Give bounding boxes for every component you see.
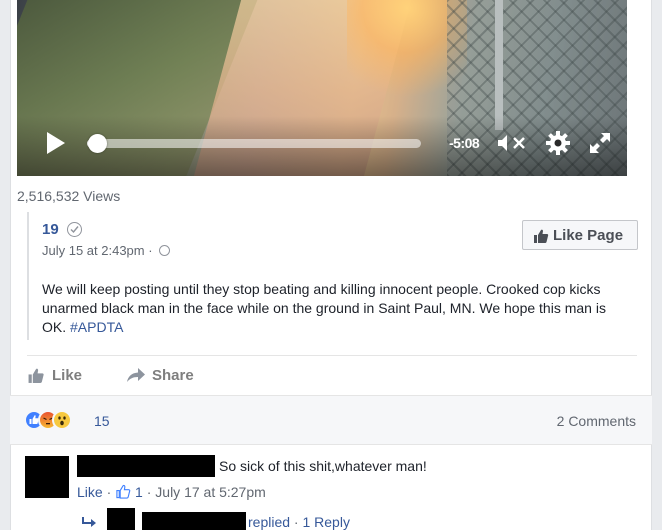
- share-button[interactable]: Share: [126, 367, 194, 384]
- volume-muted-icon[interactable]: [496, 131, 532, 155]
- progress-handle[interactable]: [88, 134, 108, 153]
- play-icon[interactable]: [47, 132, 65, 154]
- comment-like-count[interactable]: 1: [135, 484, 143, 500]
- meta-separator: ·: [146, 484, 152, 500]
- globe-icon: [159, 245, 171, 256]
- shared-post: 19 July 15 at 2:43pm · Like Page We will…: [27, 212, 638, 340]
- comment-meta: Like · 1 · July 17 at 5:27pm: [77, 484, 266, 500]
- post-timestamp[interactable]: July 15 at 2:43pm: [42, 243, 145, 258]
- post-text: We will keep posting until they stop bea…: [42, 280, 632, 337]
- reaction-count[interactable]: 15: [94, 413, 110, 429]
- thumbs-up-icon: [116, 484, 131, 499]
- settings-gear-icon[interactable]: [544, 129, 572, 157]
- avatar[interactable]: [107, 508, 135, 530]
- video-scene-post: [495, 0, 503, 130]
- reply-count-link[interactable]: 1 Reply: [302, 514, 349, 530]
- divider: [27, 355, 637, 356]
- post-body: We will keep posting until they stop bea…: [42, 281, 606, 335]
- meta-separator: ·: [293, 514, 299, 530]
- reply-summary[interactable]: replied · 1 Reply: [248, 514, 350, 530]
- page-name-link[interactable]: 19: [42, 221, 59, 238]
- thumbs-up-icon: [28, 368, 44, 383]
- video-controls: -5:08: [17, 122, 627, 166]
- wow-reaction-icon[interactable]: [52, 410, 72, 430]
- like-button[interactable]: Like: [27, 367, 82, 384]
- like-page-button[interactable]: Like Page: [522, 220, 638, 250]
- like-page-label: Like Page: [553, 227, 624, 244]
- reactions-bar: 15 2 Comments: [10, 395, 652, 445]
- post-meta: July 15 at 2:43pm ·: [42, 243, 171, 258]
- redacted-replier-name: [142, 512, 246, 530]
- comments-count-link[interactable]: 2 Comments: [557, 413, 636, 429]
- meta-separator: ·: [148, 243, 153, 258]
- redacted-commenter-name: [77, 455, 215, 477]
- comment-like-link[interactable]: Like: [77, 484, 103, 500]
- time-remaining: -5:08: [449, 135, 480, 151]
- comment-timestamp[interactable]: July 17 at 5:27pm: [155, 484, 266, 500]
- like-label: Like: [52, 367, 83, 384]
- thumbs-up-icon: [534, 229, 549, 243]
- hashtag-link[interactable]: #APDTA: [70, 319, 123, 335]
- avatar[interactable]: [25, 456, 69, 498]
- comment-text: So sick of this shit,whatever man!: [219, 458, 427, 474]
- meta-separator: ·: [106, 484, 112, 500]
- progress-bar[interactable]: [87, 134, 421, 153]
- replied-text: replied: [248, 514, 291, 530]
- fullscreen-icon[interactable]: [587, 130, 613, 156]
- view-count: 2,516,532 Views: [17, 188, 121, 204]
- reply-arrow-icon: [82, 517, 96, 527]
- verified-check-icon: [67, 222, 82, 237]
- share-label: Share: [152, 367, 194, 384]
- share-arrow-icon: [127, 368, 145, 382]
